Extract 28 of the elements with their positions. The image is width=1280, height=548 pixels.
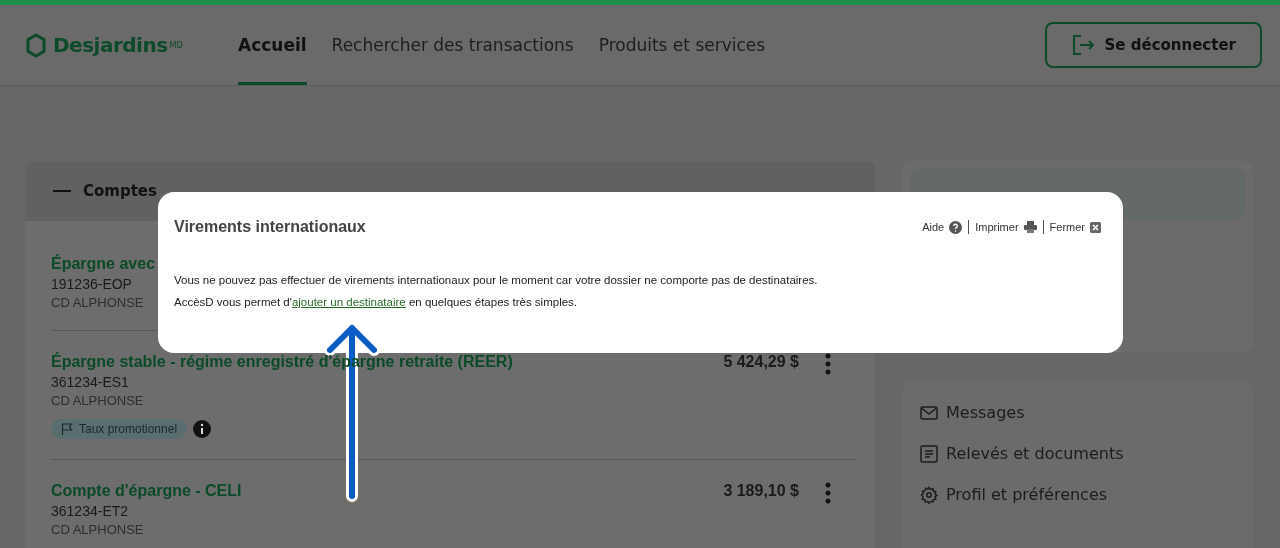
card-title: Comptes: [83, 182, 157, 200]
side-link[interactable]: Relevés et documents: [920, 444, 1235, 463]
account-number: 361234-ES1: [51, 374, 129, 390]
account-balance: 5 424,29 $: [723, 353, 799, 371]
dialog-title: Virements internationaux: [174, 218, 366, 236]
dialog-action-link[interactable]: Fermer: [1049, 221, 1101, 233]
logout-button[interactable]: Se déconnecter: [1044, 22, 1262, 68]
dialog-action-link[interactable]: Aide: [922, 220, 963, 234]
dialog-message: AccèsD vous permet d'ajouter un destinataire en quelques étapes très simples.: [174, 296, 579, 308]
dialog-action-link[interactable]: Imprimer: [975, 221, 1037, 233]
nav-tab[interactable]: Rechercher des transactions: [331, 5, 574, 85]
account-owner: CD ALPHONSE: [51, 522, 144, 537]
account-balance: 3 189,10 $: [723, 482, 799, 500]
account-owner: CD ALPHONSE: [51, 295, 144, 310]
account-owner: CD ALPHONSE: [51, 393, 144, 408]
side-link[interactable]: Profil et préférences: [920, 485, 1235, 504]
account-name[interactable]: Compte d'épargne - CELI: [51, 482, 242, 500]
nav-tab[interactable]: Accueil: [238, 5, 307, 85]
nav-tab[interactable]: Produits et services: [598, 5, 766, 85]
add-recipient-link[interactable]: ajouter un destinataire: [291, 296, 406, 308]
trademark-text: MD: [169, 40, 183, 50]
account-number: 361234-ET2: [51, 503, 129, 519]
account-name[interactable]: Épargne avec: [51, 255, 156, 273]
account-number: 191236-EOP: [51, 276, 132, 292]
logo-text: Desjardins: [53, 33, 168, 57]
side-link[interactable]: Messages: [920, 403, 1235, 422]
dialog-message: Vous ne pouvez pas effectuer de virements internationaux pour le moment car votre dossier ne comporte pas de destinataires.: [174, 274, 819, 286]
promo-tag: Taux promotionnel: [51, 419, 188, 439]
